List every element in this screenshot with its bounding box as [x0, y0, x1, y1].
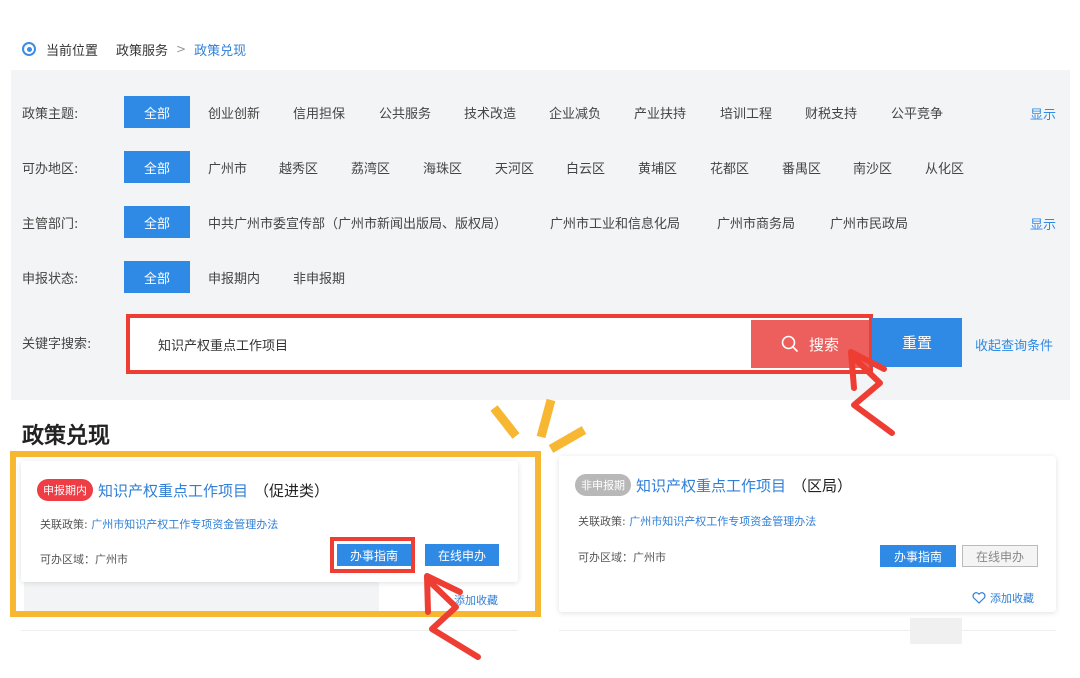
- arrow-annotation-icon: [424, 573, 481, 660]
- annotation-overlay: [424, 349, 895, 660]
- arrow-annotation-icon: [848, 349, 895, 436]
- sparkle-annotation-icon: [490, 398, 587, 453]
